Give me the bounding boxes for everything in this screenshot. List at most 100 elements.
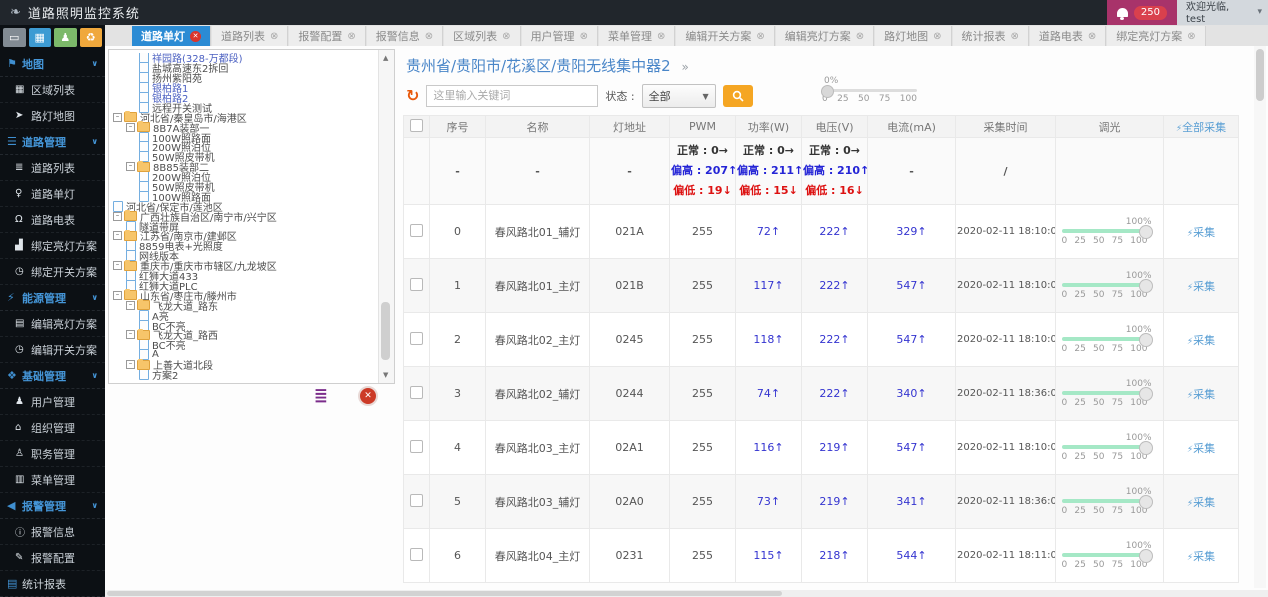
collect-link[interactable]: ⚡采集	[1187, 280, 1215, 293]
tree-scrollbar-thumb[interactable]	[381, 302, 390, 360]
tab-编辑开关方案[interactable]: 编辑开关方案 ⊗	[676, 26, 775, 46]
dimming-slider[interactable]: 100% 0 25 50 75 100	[1061, 271, 1158, 300]
sidebar-section-能源管理[interactable]: ⚡ 能源管理 ∨	[0, 285, 105, 311]
slider-handle[interactable]	[1138, 225, 1153, 239]
breadcrumb-path[interactable]: 贵州省/贵阳市/花溪区/贵阳无线集中器2	[406, 57, 671, 75]
collect-link[interactable]: ⚡采集	[1187, 388, 1215, 401]
slider-track[interactable]	[1061, 495, 1153, 509]
quick-button-trash[interactable]: ♻	[79, 28, 102, 47]
row-checkbox[interactable]	[410, 385, 423, 399]
dimming-slider[interactable]: 100% 0 25 50 75 100	[1061, 433, 1158, 462]
tab-道路列表[interactable]: 道路列表 ⊗	[212, 26, 289, 46]
tab-close-icon[interactable]: ⊗	[580, 31, 588, 42]
tree-expander-icon[interactable]: –	[113, 112, 122, 122]
notification-area[interactable]: 250	[1106, 0, 1177, 25]
sidebar-item-道路列表[interactable]: ≣ 道路列表	[0, 155, 105, 181]
sidebar-item-菜单管理[interactable]: ▥ 菜单管理	[0, 467, 105, 493]
close-tree-icon[interactable]: ✕	[358, 386, 378, 406]
slider-handle[interactable]	[1138, 549, 1153, 563]
tab-close-icon[interactable]: ⊗	[933, 31, 941, 42]
dimming-slider[interactable]: 100% 0 25 50 75 100	[1061, 217, 1158, 246]
tab-绑定亮灯方案[interactable]: 绑定亮灯方案 ⊗	[1107, 26, 1206, 46]
tab-close-icon[interactable]: ⊗	[425, 31, 433, 42]
tab-报警配置[interactable]: 报警配置 ⊗	[289, 26, 366, 46]
tab-用户管理[interactable]: 用户管理 ⊗	[521, 26, 598, 46]
sidebar-item-绑定开关方案[interactable]: ◷ 绑定开关方案	[0, 259, 105, 285]
status-select[interactable]: 全部 ▼	[641, 84, 716, 108]
tab-close-icon[interactable]: ⊗	[657, 31, 665, 42]
tree-item-label[interactable]: 方案2	[152, 367, 178, 382]
tree-expander-icon[interactable]: –	[126, 330, 135, 340]
tab-close-icon[interactable]: ⊗	[1011, 31, 1019, 42]
quick-button-user[interactable]: ♟	[54, 28, 77, 47]
keyword-input[interactable]	[426, 85, 599, 107]
dimming-slider[interactable]: 100% 0 25 50 75 100	[1061, 379, 1158, 408]
slider-handle[interactable]	[821, 85, 834, 98]
tab-路灯地图[interactable]: 路灯地图 ⊗	[875, 26, 952, 46]
sidebar-item-统计报表[interactable]: ▤ 统计报表	[0, 571, 105, 597]
tab-close-icon[interactable]: ⊗	[1088, 31, 1096, 42]
dimming-slider[interactable]: 100% 0 25 50 75 100	[1061, 541, 1158, 570]
tab-close-icon[interactable]: ⊗	[502, 31, 510, 42]
slider-handle[interactable]	[1138, 279, 1153, 293]
collect-link[interactable]: ⚡采集	[1187, 334, 1215, 347]
tab-编辑亮灯方案[interactable]: 编辑亮灯方案 ⊗	[775, 26, 875, 46]
collect-link[interactable]: ⚡采集	[1187, 550, 1215, 563]
tab-统计报表[interactable]: 统计报表 ⊗	[952, 26, 1029, 46]
sidebar-item-道路单灯[interactable]: ♀ 道路单灯	[0, 181, 105, 207]
slider-track[interactable]	[1061, 333, 1153, 347]
vertical-scrollbar[interactable]	[1254, 46, 1266, 588]
tab-close-icon[interactable]: ⊗	[856, 31, 864, 42]
select-all-checkbox[interactable]	[410, 118, 423, 132]
slider-track[interactable]	[1061, 441, 1153, 455]
tree-expander-icon[interactable]: –	[126, 300, 135, 310]
sidebar-item-道路电表[interactable]: Ω 道路电表	[0, 207, 105, 233]
horizontal-scrollbar[interactable]	[105, 590, 1268, 597]
row-checkbox[interactable]	[410, 331, 423, 345]
quick-button-monitor[interactable]: ▭	[3, 28, 26, 47]
tab-close-icon[interactable]: ✕	[190, 30, 201, 42]
tab-close-icon[interactable]: ⊗	[756, 31, 764, 42]
sidebar-item-报警配置[interactable]: ✎ 报警配置	[0, 545, 105, 571]
tree-expander-icon[interactable]: –	[126, 122, 135, 132]
tree-expander-icon[interactable]: –	[113, 231, 122, 241]
search-button[interactable]	[722, 85, 753, 107]
sidebar-item-路灯地图[interactable]: ➤ 路灯地图	[0, 103, 105, 129]
sidebar-item-组织管理[interactable]: ⌂ 组织管理	[0, 415, 105, 441]
tree-expander-icon[interactable]: –	[113, 290, 122, 300]
slider-handle[interactable]	[1138, 441, 1153, 455]
slider-handle[interactable]	[1138, 495, 1153, 509]
slider-handle[interactable]	[1138, 387, 1153, 401]
sidebar-item-绑定亮灯方案[interactable]: ▟ 绑定亮灯方案	[0, 233, 105, 259]
slider-track[interactable]	[1061, 387, 1153, 401]
row-checkbox[interactable]	[410, 223, 423, 237]
tree-expander-icon[interactable]: –	[126, 162, 135, 172]
tree-expander-icon[interactable]: –	[113, 211, 122, 221]
tree-scrollbar[interactable]: ▲ ▼	[378, 50, 394, 383]
tree-expander-icon[interactable]: –	[113, 261, 122, 271]
tab-区域列表[interactable]: 区域列表 ⊗	[444, 26, 521, 46]
tab-道路电表[interactable]: 道路电表 ⊗	[1029, 26, 1107, 46]
slider-track[interactable]	[1061, 225, 1153, 239]
sidebar-section-道路管理[interactable]: ☰ 道路管理 ∨	[0, 129, 105, 155]
slider-handle[interactable]	[1138, 333, 1153, 347]
sidebar-item-编辑亮灯方案[interactable]: ▤ 编辑亮灯方案	[0, 311, 105, 337]
list-view-icon[interactable]: ≣	[314, 387, 328, 405]
slider-track[interactable]	[1061, 279, 1153, 293]
sidebar-section-报警管理[interactable]: ◀ 报警管理 ∨	[0, 493, 105, 519]
tab-close-icon[interactable]: ⊗	[270, 31, 278, 42]
tab-道路单灯[interactable]: 道路单灯 ✕	[132, 26, 211, 46]
tab-close-icon[interactable]: ⊗	[347, 31, 355, 42]
slider-track[interactable]	[1061, 549, 1153, 563]
group-dimming-slider[interactable]: 0% 0 25 50 75 100	[821, 76, 917, 104]
collect-link[interactable]: ⚡采集	[1187, 442, 1215, 455]
slider-track[interactable]	[821, 85, 917, 98]
tab-close-icon[interactable]: ⊗	[1187, 31, 1195, 42]
sidebar-item-编辑开关方案[interactable]: ◷ 编辑开关方案	[0, 337, 105, 363]
row-checkbox[interactable]	[410, 547, 423, 561]
scroll-down-icon[interactable]: ▼	[383, 371, 388, 379]
user-menu[interactable]: 欢迎光临, test ▾	[1177, 0, 1268, 25]
horizontal-scrollbar-thumb[interactable]	[107, 591, 782, 596]
sidebar-item-职务管理[interactable]: ♙ 职务管理	[0, 441, 105, 467]
collect-link[interactable]: ⚡采集	[1187, 496, 1215, 509]
